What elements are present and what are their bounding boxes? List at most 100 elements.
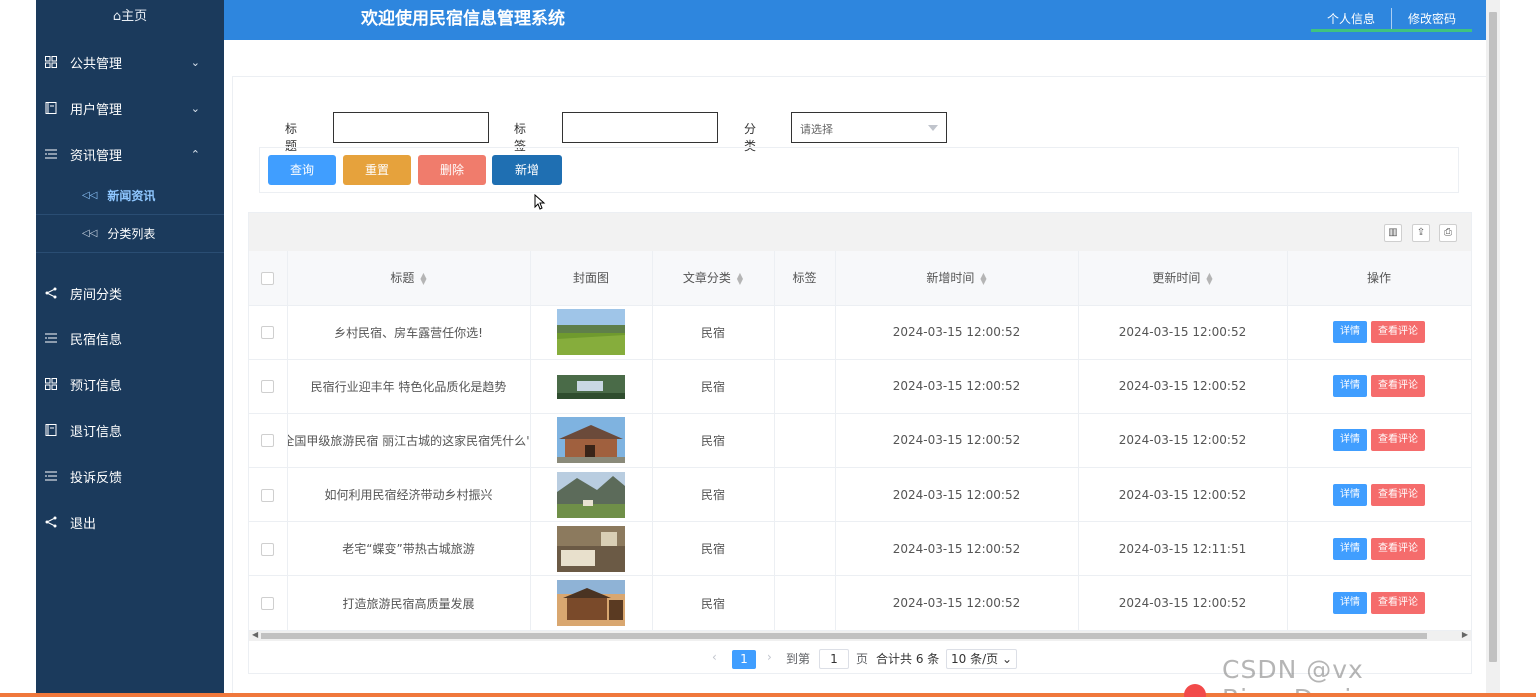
change-password-link[interactable]: 修改密码 (1390, 8, 1472, 29)
table-toolbar: ▥ ⇪ ⎙ (249, 213, 1471, 251)
sidebar-item-label: 公共管理 (70, 56, 123, 72)
delete-button[interactable]: 删除 (418, 155, 486, 185)
table-row: 打造旅游民宿高质量发展 民宿 2024-03-15 12:00:52 2024-… (249, 575, 1472, 631)
add-button[interactable]: 新增 (492, 155, 562, 185)
detail-button[interactable]: 详情 (1333, 592, 1367, 615)
table-row: 如何利用民宿经济带动乡村振兴 民宿 2024-03-15 12:00:52 20… (249, 467, 1472, 523)
row-checkbox[interactable] (261, 380, 275, 394)
double-arrow-left-icon: ◁◁ (82, 228, 98, 239)
row-title: '全国甲级旅游民宿 丽江古城的这家民宿凭什么 (287, 413, 531, 469)
scroll-left-icon[interactable]: ◀ (252, 630, 258, 639)
column-filter-icon[interactable]: ▥ (1384, 224, 1402, 242)
sidebar-subitem-categories[interactable]: ◁◁ 分类列表 (36, 215, 224, 253)
view-comments-button[interactable]: 查看评论 (1371, 537, 1425, 560)
row-checkbox[interactable] (261, 434, 275, 448)
goto-label: 到第 (786, 652, 811, 666)
column-header-updated[interactable]: 更新时间 ▲ ▼ (1078, 251, 1288, 306)
caret-down-icon (928, 125, 938, 131)
row-category: 民宿 (652, 359, 775, 414)
sidebar-item-label: 退出 (70, 516, 97, 532)
bottom-accent-bar (0, 693, 1536, 697)
horizontal-scrollbar[interactable]: ◀ ▶ (249, 630, 1471, 641)
page-1-button[interactable]: 1 (732, 650, 756, 669)
sidebar-item-news[interactable]: 资讯管理 ⌃ (36, 131, 224, 177)
sidebar-item-booking[interactable]: 预订信息 (36, 361, 224, 407)
sidebar-item-label: 退订信息 (70, 424, 123, 440)
next-page-button[interactable]: › (767, 650, 772, 664)
row-updated: 2024-03-15 12:00:52 (1078, 359, 1288, 414)
sort-icon: ▲ ▼ (980, 270, 987, 286)
detail-button[interactable]: 详情 (1333, 429, 1367, 452)
cover-image (557, 471, 625, 518)
tag-input[interactable] (562, 112, 718, 143)
sidebar-subitem-label: 分类列表 (107, 227, 156, 241)
vertical-scrollbar[interactable] (1486, 0, 1500, 697)
watermark: CSDN @vx Biye_Design (1222, 655, 1385, 697)
select-all-checkbox[interactable] (261, 271, 275, 285)
row-tag (774, 467, 836, 523)
goto-page-input[interactable]: 1 (819, 649, 849, 669)
top-header: 欢迎使用民宿信息管理系统 个人信息 修改密码 (224, 0, 1486, 40)
row-created: 2024-03-15 12:00:52 (835, 305, 1079, 360)
detail-button[interactable]: 详情 (1333, 483, 1367, 506)
column-header-cover: 封面图 (530, 251, 653, 306)
export-icon[interactable]: ⇪ (1412, 224, 1430, 242)
detail-button[interactable]: 详情 (1333, 321, 1367, 344)
detail-button[interactable]: 详情 (1333, 375, 1367, 398)
cover-image (557, 309, 625, 356)
page-size-select[interactable]: 10 条/页 ⌄ (946, 649, 1018, 669)
row-tag (774, 359, 836, 414)
row-title: 老宅“蝶变”带热古城旅游 (287, 521, 531, 577)
total-count: 合计共 6 条 (876, 652, 940, 666)
grid-icon (44, 55, 58, 69)
sidebar-item-room-category[interactable]: 房间分类 (36, 270, 224, 316)
view-comments-button[interactable]: 查看评论 (1371, 483, 1425, 506)
share-icon (44, 286, 58, 300)
row-checkbox[interactable] (261, 542, 275, 556)
query-button[interactable]: 查询 (268, 155, 336, 185)
column-header-title[interactable]: 标题 ▲ ▼ (287, 251, 531, 306)
view-comments-button[interactable]: 查看评论 (1371, 592, 1425, 615)
table-row: 民宿行业迎丰年 特色化品质化是趋势 民宿 2024-03-15 12:00:52… (249, 359, 1472, 414)
reset-button[interactable]: 重置 (343, 155, 411, 185)
prev-page-button[interactable]: ‹ (712, 650, 717, 664)
sidebar-item-cancel[interactable]: 退订信息 (36, 407, 224, 453)
profile-link[interactable]: 个人信息 (1311, 8, 1391, 29)
news-table: 标题 ▲ ▼ 封面图 文章分类 ▲ ▼ 标签 新增时间 ▲ ▼ 更新时间 ▲ ▼ 操作 乡村民宿… (249, 251, 1472, 631)
row-title: 民宿行业迎丰年 特色化品质化是趋势 (287, 359, 531, 414)
view-comments-button[interactable]: 查看评论 (1371, 321, 1425, 344)
sidebar-item-users[interactable]: 用户管理 ⌄ (36, 85, 224, 131)
list-icon (44, 331, 58, 345)
sidebar-item-public[interactable]: 公共管理 ⌄ (36, 39, 224, 85)
sidebar-item-label: 民宿信息 (70, 332, 123, 348)
view-comments-button[interactable]: 查看评论 (1371, 375, 1425, 398)
column-header-created[interactable]: 新增时间 ▲ ▼ (835, 251, 1079, 306)
sidebar-subitem-news[interactable]: ◁◁ 新闻资讯 (36, 177, 224, 215)
header-links: 个人信息 修改密码 (1310, 8, 1472, 32)
scroll-right-icon[interactable]: ▶ (1462, 630, 1468, 639)
row-checkbox[interactable] (261, 488, 275, 502)
scroll-thumb[interactable] (1489, 12, 1497, 662)
row-created: 2024-03-15 12:00:52 (835, 359, 1079, 414)
row-checkbox[interactable] (261, 326, 275, 340)
row-updated: 2024-03-15 12:00:52 (1078, 467, 1288, 523)
title-input[interactable] (333, 112, 489, 143)
cover-image (557, 525, 625, 572)
view-comments-button[interactable]: 查看评论 (1371, 429, 1425, 452)
page-unit-label: 页 (856, 652, 869, 666)
sidebar-item-label: 用户管理 (70, 102, 123, 118)
row-updated: 2024-03-15 12:11:51 (1078, 521, 1288, 577)
sidebar-item-complaints[interactable]: 投诉反馈 (36, 453, 224, 499)
sidebar-item-homestay[interactable]: 民宿信息 (36, 315, 224, 361)
row-checkbox[interactable] (261, 597, 275, 611)
column-header-category[interactable]: 文章分类 ▲ ▼ (652, 251, 775, 306)
sidebar-item-logout[interactable]: 退出 (36, 499, 224, 545)
row-tag (774, 413, 836, 469)
sort-icon: ▲ ▼ (736, 270, 744, 286)
sidebar-home-link[interactable]: ⌂主页 (36, 0, 224, 34)
print-icon[interactable]: ⎙ (1439, 224, 1457, 242)
column-header-label: 新增时间 (926, 271, 975, 286)
scroll-thumb[interactable] (261, 633, 1427, 639)
category-select[interactable]: 请选择 (791, 112, 947, 143)
detail-button[interactable]: 详情 (1333, 537, 1367, 560)
